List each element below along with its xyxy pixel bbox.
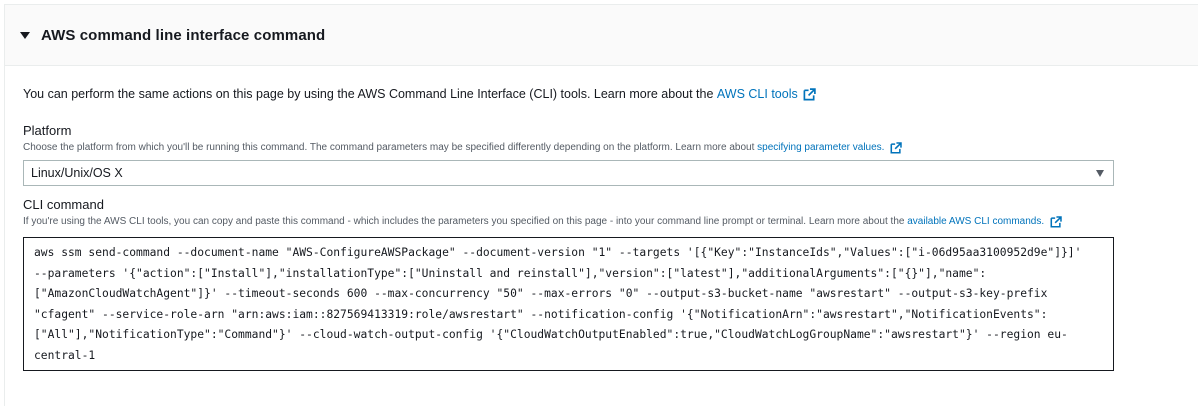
cli-command-description-text: If you're using the AWS CLI tools, you c… <box>23 216 905 227</box>
caret-down-icon[interactable] <box>20 32 30 39</box>
cli-command-line: ["AmazonCloudWatchAgent"]}' --timeout-se… <box>34 287 1048 300</box>
cli-command-line: ["All"],"NotificationType":"Command"}' -… <box>34 328 1068 341</box>
platform-description-text: Choose the platform from which you'll be… <box>23 142 755 153</box>
section-title: AWS command line interface command <box>41 26 326 44</box>
chevron-down-icon[interactable] <box>1096 170 1104 177</box>
intro-text-label: You can perform the same actions on this… <box>23 87 714 101</box>
cli-command-description: If you're using the AWS CLI tools, you c… <box>23 215 1198 229</box>
section-header-toggle[interactable]: AWS command line interface command <box>5 5 1198 66</box>
external-link-icon[interactable] <box>803 87 816 101</box>
cli-command-textarea[interactable]: aws ssm send-command --document-name "AW… <box>23 237 1114 371</box>
intro-text: You can perform the same actions on this… <box>23 85 1198 103</box>
cli-command-line: --parameters '{"action":["Install"],"ins… <box>34 266 987 280</box>
cli-command-line: central-1 <box>34 348 96 362</box>
specifying-parameter-values-link[interactable]: specifying parameter values. <box>757 141 884 155</box>
platform-label: Platform <box>23 123 72 138</box>
available-aws-cli-commands-link[interactable]: available AWS CLI commands. <box>907 215 1044 229</box>
external-link-icon[interactable] <box>890 142 903 154</box>
cli-command-line: "cfagent" --service-role-arn "arn:aws:ia… <box>34 307 1048 321</box>
cli-command-label: CLI command <box>23 197 104 212</box>
aws-cli-tools-link[interactable]: AWS CLI tools <box>717 85 798 103</box>
platform-description: Choose the platform from which you'll be… <box>23 141 1198 155</box>
cli-command-line: aws ssm send-command --document-name "AW… <box>34 246 1082 259</box>
panel-body: You can perform the same actions on this… <box>5 66 1198 371</box>
external-link-icon[interactable] <box>1050 216 1062 228</box>
platform-select[interactable]: Linux/Unix/OS X <box>23 160 1114 186</box>
cli-command-panel: AWS command line interface command You c… <box>4 4 1198 406</box>
platform-selected-value: Linux/Unix/OS X <box>31 166 123 180</box>
